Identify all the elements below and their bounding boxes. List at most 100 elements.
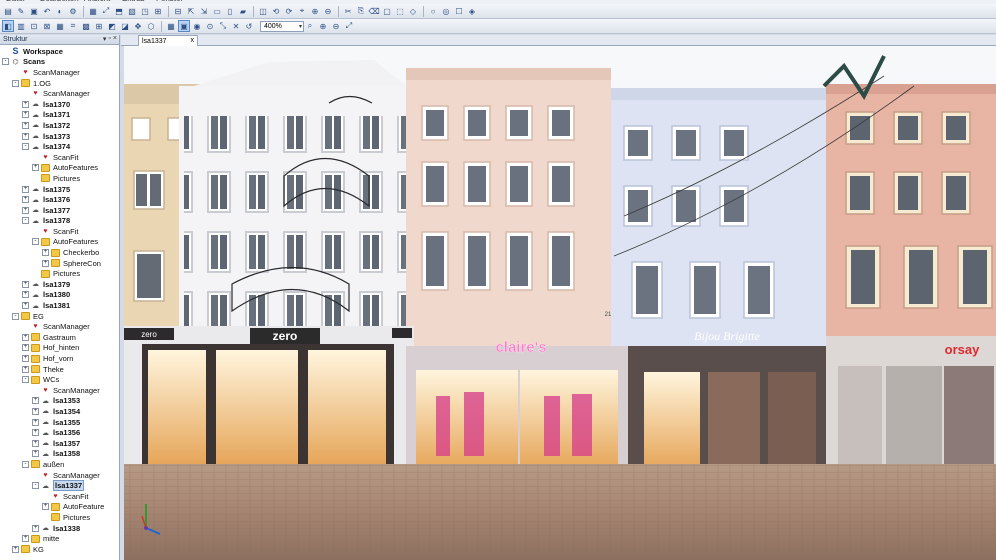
tree-item[interactable]: ♥ ScanManager [0,321,119,332]
expand-icon[interactable]: + [22,535,29,543]
tab-lsa1337[interactable]: lsa1337 x [138,35,198,46]
rect-icon[interactable]: ▭ [211,5,223,17]
tree-item[interactable]: + ☁ lsa1373 [0,131,119,142]
panel-pin-icon[interactable]: ▾ [103,35,107,43]
delete-icon[interactable]: ⌫ [368,5,380,17]
expand-icon[interactable]: + [22,291,29,299]
tree-item[interactable]: + Hof_hinten [0,343,119,354]
collapse-icon[interactable]: - [22,460,29,468]
zoom-out-icon[interactable]: ⊖ [330,20,342,32]
tree-item[interactable]: + ☁ lsa1357 [0,438,119,449]
move-end-icon[interactable]: ⇲ [198,5,210,17]
new-icon[interactable]: ▤ [2,5,14,17]
tree-item[interactable]: Pictures [0,512,119,523]
tree-item[interactable]: Pictures [0,173,119,184]
zoom-in-icon[interactable]: ⊕ [317,20,329,32]
tree-item[interactable]: Pictures [0,268,119,279]
tree-item[interactable]: + SphereCon [0,258,119,269]
zoom-select[interactable]: 400% ▾ [260,20,304,32]
color-icon[interactable]: ◐ [54,5,66,17]
table-icon[interactable]: ▦ [165,20,177,32]
open-icon[interactable]: ▣ [28,5,40,17]
hatch-icon[interactable]: ▧ [126,5,138,17]
eye-icon[interactable]: ◉ [191,20,203,32]
tree-item[interactable]: ♥ ScanManager [0,385,119,396]
search-icon[interactable]: ⌕ [304,20,316,32]
minus-icon[interactable]: ⊖ [322,5,334,17]
tree-item[interactable]: + Gastraum [0,332,119,343]
pan-icon[interactable]: ✥ [132,20,144,32]
menu-item-datei[interactable]: Datei [6,0,25,3]
target-icon[interactable]: ⌖ [296,5,308,17]
fill-icon[interactable]: ▰ [237,5,249,17]
expand-icon[interactable]: + [32,418,39,426]
expand-icon[interactable]: + [22,185,29,193]
expand-icon[interactable]: + [32,439,39,447]
expand-icon[interactable]: + [32,407,39,415]
expand-icon[interactable]: + [22,344,29,352]
grid-icon[interactable]: ▦ [87,5,99,17]
tree-item[interactable]: - außen [0,459,119,470]
tree-item[interactable]: - WCs [0,374,119,385]
layer-icon[interactable]: ⬒ [113,5,125,17]
tree-item[interactable]: ♥ ScanFit [0,491,119,502]
expand-icon[interactable]: + [22,333,29,341]
tree-item[interactable]: - ⌬ Scans [0,57,119,68]
feature-icon[interactable]: ◈ [466,5,478,17]
cut-icon[interactable]: ✂ [342,5,354,17]
tree-item[interactable]: - AutoFeatures [0,237,119,248]
expand-icon[interactable]: + [22,355,29,363]
expand-icon[interactable]: + [32,524,39,532]
expand-icon[interactable]: + [32,450,39,458]
collapse-icon[interactable]: - [12,312,19,320]
settings-icon[interactable]: ⚙ [67,5,79,17]
hex-icon[interactable]: ⬡ [145,20,157,32]
expand-icon[interactable]: + [32,397,39,405]
tree-item[interactable]: + KG [0,544,119,555]
split-icon[interactable]: ◫ [257,5,269,17]
tree-item[interactable]: ♥ ScanManager [0,88,119,99]
edit-icon[interactable]: ✎ [15,5,27,17]
collapse-icon[interactable]: - [22,376,29,384]
menu-item-ansicht[interactable]: Ansicht [84,0,110,3]
tree-item[interactable]: - ☁ lsa1337 [0,480,119,492]
collapse-icon[interactable]: - [12,79,19,87]
undo-icon[interactable]: ↶ [41,5,53,17]
tile-view-icon[interactable]: ⊞ [93,20,105,32]
collapse-icon[interactable]: - [32,238,39,246]
right-pane-icon[interactable]: ◪ [119,20,131,32]
tree-item[interactable]: ♥ ScanManager [0,67,119,78]
tree-item[interactable]: - ☁ lsa1378 [0,216,119,227]
collapse-icon[interactable]: - [2,58,9,66]
tree-item[interactable]: + ☁ lsa1377 [0,205,119,216]
close-icon[interactable]: ✕ [230,20,242,32]
zoom-fit-icon[interactable]: ⤢ [343,20,355,32]
reset-icon[interactable]: ↺ [243,20,255,32]
expand-icon[interactable]: + [22,100,29,108]
tree-item[interactable]: + ☁ lsa1358 [0,449,119,460]
corner-icon[interactable]: ◳ [139,5,151,17]
tree-item[interactable]: ♥ ScanFit [0,226,119,237]
tree-item[interactable]: + Theke [0,364,119,375]
frame-icon[interactable]: ▣ [178,20,190,32]
tree-item[interactable]: + ☁ lsa1355 [0,417,119,428]
tree-item[interactable]: + mitte [0,533,119,544]
tree-item[interactable]: + AutoFeatures [0,163,119,174]
move-start-icon[interactable]: ⇱ [185,5,197,17]
box-icon[interactable]: ▢ [381,5,393,17]
tab-close-icon[interactable]: x [191,37,195,44]
left-pane-icon[interactable]: ◩ [106,20,118,32]
checkbox-icon[interactable]: ☐ [453,5,465,17]
expand-icon[interactable]: + [22,206,29,214]
expand-icon[interactable]: + [42,259,49,267]
expand-icon[interactable]: + [22,280,29,288]
tree-item[interactable]: - ☁ lsa1374 [0,141,119,152]
center-icon[interactable]: ⊙ [204,20,216,32]
view-bottom-icon[interactable]: ⊠ [41,20,53,32]
tree-item[interactable]: ♥ ScanManager [0,470,119,481]
expand-icon[interactable]: + [12,545,19,553]
mesh-view-icon[interactable]: ⌗ [67,20,79,32]
tree-item[interactable]: + ☁ lsa1354 [0,406,119,417]
expand-icon[interactable]: + [32,164,39,172]
tree-item[interactable]: + ☁ lsa1371 [0,110,119,121]
